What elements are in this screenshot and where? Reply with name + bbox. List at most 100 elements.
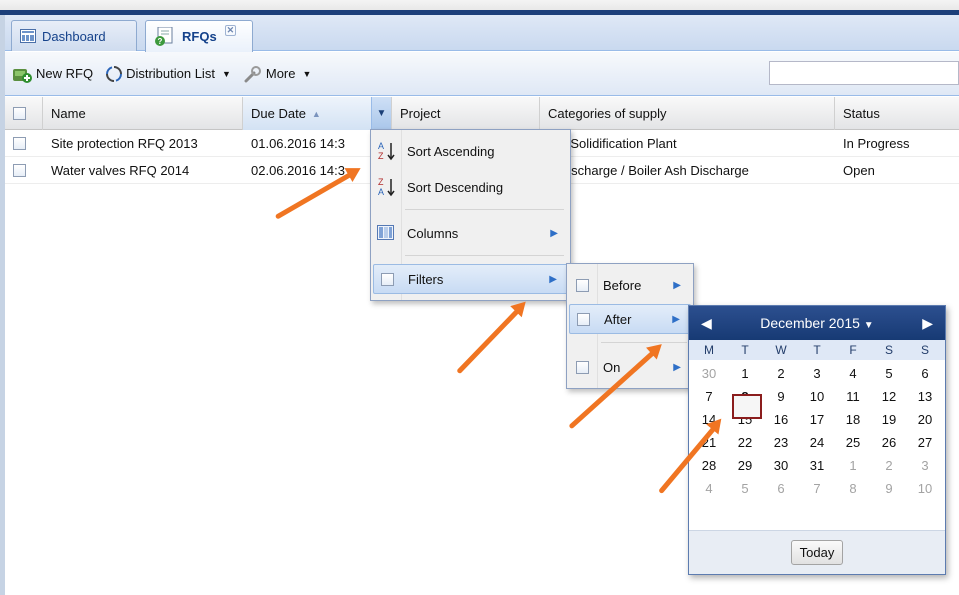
calendar-day[interactable]: 10 xyxy=(907,477,943,500)
calendar-day[interactable]: 8 xyxy=(835,477,871,500)
svg-text:A: A xyxy=(378,187,384,197)
svg-text:Z: Z xyxy=(378,151,384,161)
new-rfq-button[interactable]: New RFQ xyxy=(13,65,93,83)
weekday-label: S xyxy=(884,343,893,357)
menu-item-label: Columns xyxy=(407,225,459,241)
calendar-day[interactable]: 30 xyxy=(691,362,727,385)
column-header-categories[interactable]: Categories of supply xyxy=(540,97,835,130)
weekday-label: M xyxy=(704,343,714,357)
menu-item-sort-ascending[interactable]: A Z Sort Ascending xyxy=(373,136,568,166)
cell-status: In Progress xyxy=(843,135,910,151)
calendar-day[interactable]: 27 xyxy=(907,431,943,454)
menu-item-before[interactable]: Before ▶ xyxy=(569,270,691,300)
calendar-day[interactable]: 2 xyxy=(763,362,799,385)
calendar-day[interactable]: 13 xyxy=(907,385,943,408)
calendar-day[interactable]: 6 xyxy=(763,477,799,500)
new-rfq-icon xyxy=(13,68,32,83)
select-all-column xyxy=(5,97,43,130)
rfq-icon: ? xyxy=(155,26,173,46)
month-selector[interactable]: December 2015 ▼ xyxy=(760,315,873,331)
calendar-day[interactable]: 5 xyxy=(727,477,763,500)
calendar-day[interactable]: 23 xyxy=(763,431,799,454)
calendar-day[interactable]: 25 xyxy=(835,431,871,454)
menu-item-after[interactable]: After ▶ xyxy=(569,304,691,334)
calendar-day[interactable]: 4 xyxy=(835,362,871,385)
close-icon[interactable]: ✕ xyxy=(224,25,237,36)
cell-name: Site protection RFQ 2013 xyxy=(51,135,198,151)
calendar-day[interactable]: 22 xyxy=(727,431,763,454)
distribution-list-label: Distribution List xyxy=(126,66,215,81)
column-header-due-date[interactable]: Due Date ▲ ▼ xyxy=(243,97,392,130)
column-header-status[interactable]: Status xyxy=(835,97,959,130)
cell-category: h Discharge / Boiler Ash Discharge xyxy=(548,162,749,178)
previous-month-icon[interactable]: ◀ xyxy=(701,315,712,332)
menu-separator xyxy=(601,342,687,343)
calendar-day[interactable]: 19 xyxy=(871,408,907,431)
month-label: December 2015 xyxy=(760,315,860,331)
before-checkbox[interactable] xyxy=(569,278,595,292)
weekday-header: M T W T F S S xyxy=(689,340,945,360)
calendar-day[interactable]: 6 xyxy=(907,362,943,385)
column-header-label: Due Date xyxy=(251,106,306,121)
calendar-day[interactable]: 12 xyxy=(871,385,907,408)
calendar-day[interactable]: 29 xyxy=(727,454,763,477)
calendar-day[interactable]: 24 xyxy=(799,431,835,454)
calendar-day[interactable]: 30 xyxy=(763,454,799,477)
calendar-day[interactable]: 10 xyxy=(799,385,835,408)
tab-dashboard[interactable]: Dashboard xyxy=(11,20,137,51)
calendar-day[interactable]: 4 xyxy=(691,477,727,500)
today-button[interactable]: Today xyxy=(790,540,844,565)
calendar-day[interactable]: 2 xyxy=(871,454,907,477)
calendar-grid: 3012345678910111213141516171819202122232… xyxy=(689,360,945,500)
column-header-name[interactable]: Name xyxy=(43,97,243,130)
menu-item-label: On xyxy=(603,359,621,375)
calendar-day[interactable]: 7 xyxy=(799,477,835,500)
calendar-week: 78910111213 xyxy=(691,385,945,408)
calendar-day[interactable]: 20 xyxy=(907,408,943,431)
calendar-day[interactable]: 31 xyxy=(799,454,835,477)
calendar-week: 14151617181920 xyxy=(691,408,945,431)
menu-item-on[interactable]: On ▶ xyxy=(569,352,691,382)
dashboard-icon xyxy=(20,29,36,43)
column-header-label: Status xyxy=(843,106,880,121)
calendar-day[interactable]: 3 xyxy=(799,362,835,385)
tab-rfqs[interactable]: ? RFQs ✕ xyxy=(145,20,253,52)
column-menu-trigger[interactable]: ▼ xyxy=(371,97,391,130)
column-header-project[interactable]: Project xyxy=(392,97,540,130)
calendar-day[interactable]: 9 xyxy=(871,477,907,500)
calendar-day[interactable]: 17 xyxy=(799,408,835,431)
more-button[interactable]: More ▼ xyxy=(243,65,311,83)
menu-item-filters[interactable]: Filters ▶ xyxy=(373,264,568,294)
submenu-arrow-icon: ▶ xyxy=(673,361,681,373)
calendar-day[interactable]: 11 xyxy=(835,385,871,408)
filters-checkbox[interactable] xyxy=(374,272,400,286)
tab-strip: Dashboard ? RFQs ✕ xyxy=(5,15,959,52)
calendar-day[interactable]: 26 xyxy=(871,431,907,454)
calendar-day[interactable]: 18 xyxy=(835,408,871,431)
calendar-day[interactable]: 5 xyxy=(871,362,907,385)
column-header-label: Project xyxy=(400,106,441,121)
toolbar: New RFQ Distribution List ▼ More ▼ xyxy=(5,52,959,96)
select-all-checkbox[interactable] xyxy=(13,107,26,120)
row-checkbox[interactable] xyxy=(13,163,26,177)
next-month-icon[interactable]: ▶ xyxy=(922,315,933,332)
row-checkbox-cell xyxy=(5,130,43,156)
search-input[interactable] xyxy=(769,61,959,85)
svg-text:Z: Z xyxy=(378,177,384,187)
calendar-day[interactable]: 1 xyxy=(727,362,763,385)
calendar-day[interactable]: 1 xyxy=(835,454,871,477)
calendar-week: 28 29 30 31 1 2 3 xyxy=(691,454,945,477)
menu-item-columns[interactable]: Columns ▶ xyxy=(373,218,568,248)
submenu-arrow-icon: ▶ xyxy=(550,227,558,239)
date-picker: ◀ December 2015 ▼ ▶ M T W T F S S 30 1 2 3 4… xyxy=(688,305,946,575)
calendar-day[interactable]: 9 xyxy=(763,385,799,408)
on-checkbox[interactable] xyxy=(569,360,595,374)
calendar-day[interactable]: 3 xyxy=(907,454,943,477)
calendar-day[interactable]: 7 xyxy=(691,385,727,408)
calendar-day[interactable]: 28 xyxy=(691,454,727,477)
distribution-list-button[interactable]: Distribution List ▼ xyxy=(105,65,231,83)
after-checkbox[interactable] xyxy=(570,312,596,326)
menu-item-sort-descending[interactable]: Z A Sort Descending xyxy=(373,172,568,202)
calendar-day[interactable]: 16 xyxy=(763,408,799,431)
row-checkbox[interactable] xyxy=(13,136,26,150)
